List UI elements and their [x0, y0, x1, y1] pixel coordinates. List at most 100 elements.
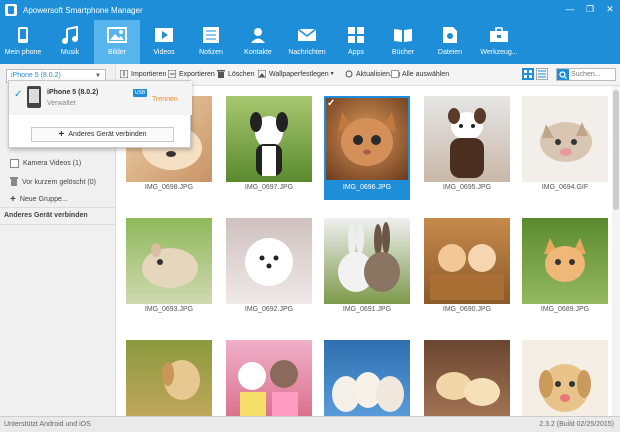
tab-bilder[interactable]: Bilder: [94, 20, 140, 64]
tab-label: Bilder: [108, 49, 126, 56]
sidebar-item-label: Kamera Videos (1): [23, 160, 82, 167]
search-input[interactable]: [569, 69, 615, 80]
photo-filename: IMG_0693.JPG: [144, 306, 194, 313]
photo-thumbnail: [522, 340, 608, 416]
wallpaper-label: Wallpaperfestlegen: [269, 70, 329, 78]
photo-item[interactable]: IMG_0691.JPG: [324, 218, 410, 322]
restore-icon[interactable]: ❐: [584, 3, 596, 15]
notes-icon: [201, 25, 221, 45]
tab-mein-phone[interactable]: Mein phone: [0, 20, 46, 64]
photo-item[interactable]: ✓ IMG_0696.JPG: [324, 96, 410, 200]
tab-label: Notizen: [199, 49, 223, 56]
contacts-icon: [248, 25, 268, 45]
delete-button[interactable]: Löschen: [217, 70, 254, 78]
photo-thumbnail: [424, 340, 510, 416]
photo-item[interactable]: [424, 340, 510, 416]
search-icon[interactable]: [557, 69, 569, 80]
photo-item[interactable]: IMG_0693.JPG: [126, 218, 212, 322]
messages-icon: [297, 25, 317, 45]
select-all-label: Alle auswählen: [402, 70, 450, 78]
tab-notizen[interactable]: Notizen: [188, 20, 234, 64]
tab-label: Musik: [60, 49, 80, 56]
status-left: Unterstützt Android und iOS: [4, 421, 91, 428]
import-button[interactable]: Importieren: [120, 70, 166, 78]
photo-filename: IMG_0691.JPG: [342, 306, 392, 313]
tab-buecher[interactable]: Bücher: [380, 20, 426, 64]
checkbox-icon: [391, 70, 399, 78]
sidebar-connect-other[interactable]: Anderes Gerät verbinden: [4, 212, 88, 219]
tab-label: Videos: [153, 49, 175, 56]
tab-videos[interactable]: Videos: [141, 20, 187, 64]
title-bar: Apowersoft Smartphone Manager — ❐ ✕: [0, 0, 620, 20]
window-controls: — ❐ ✕: [564, 3, 616, 15]
photo-item[interactable]: [226, 340, 312, 416]
photo-item[interactable]: [324, 340, 410, 416]
delete-label: Löschen: [228, 70, 255, 78]
minimize-icon[interactable]: —: [564, 3, 576, 15]
phone-icon: [13, 25, 33, 45]
device-status: Verwaltet: [47, 100, 76, 107]
photo-item[interactable]: [522, 340, 608, 416]
photo-item[interactable]: IMG_0697.JPG: [226, 96, 312, 200]
tab-musik[interactable]: Musik: [47, 20, 93, 64]
tab-nachrichten[interactable]: Nachrichten: [282, 20, 332, 64]
photo-item[interactable]: IMG_0695.JPG: [424, 96, 510, 200]
usb-badge: USB: [133, 89, 148, 97]
device-name: iPhone 5 (8.0.2): [47, 89, 99, 96]
connect-other-label: Anderes Gerät verbinden: [68, 131, 147, 138]
export-label: Exportieren: [179, 70, 215, 78]
photo-filename: IMG_0696.JPG: [342, 184, 392, 191]
device-dropdown-popup: ✓ iPhone 5 (8.0.2) Verwaltet USB Trennen…: [8, 80, 192, 148]
tab-werkzeug[interactable]: Werkzeug...: [474, 20, 524, 64]
device-selector-value: iPhone 5 (8.0.2): [11, 72, 61, 79]
photo-thumbnail: [326, 98, 408, 180]
photo-thumbnail: [226, 96, 312, 182]
export-icon: [168, 70, 176, 78]
folder-icon: [10, 159, 19, 168]
photo-thumbnail: [126, 340, 212, 416]
list-view-button[interactable]: [536, 68, 548, 80]
photo-item[interactable]: IMG_0692.JPG: [226, 218, 312, 322]
tab-kontakte[interactable]: Kontakte: [235, 20, 281, 64]
photo-thumbnail: [424, 96, 510, 182]
photo-filename: IMG_0690.JPG: [442, 306, 492, 313]
grid-icon: [524, 70, 532, 78]
photo-item[interactable]: [126, 340, 212, 416]
photo-grid: IMG_0698.JPG IMG_0697.JPG ✓ IMG_0696.JPG…: [116, 86, 620, 416]
sidebar-item-new-group[interactable]: + Neue Gruppe...: [10, 194, 68, 205]
close-icon[interactable]: ✕: [604, 3, 616, 15]
scrollbar-thumb[interactable]: [613, 90, 619, 210]
version-label: 2.3.2 (Build 02/25/2015): [539, 421, 614, 428]
plus-icon: +: [58, 129, 65, 140]
tab-label: Apps: [348, 49, 364, 56]
iphone-icon: [27, 86, 41, 108]
photo-item[interactable]: IMG_0690.JPG: [424, 218, 510, 322]
sidebar-item-recently-deleted[interactable]: Vor kurzem gelöscht (0): [10, 177, 96, 188]
status-bar: Unterstützt Android und iOS 2.3.2 (Build…: [0, 416, 620, 432]
trash-icon: [217, 70, 225, 78]
divider: [0, 224, 116, 225]
photo-item[interactable]: IMG_0694.GIF: [522, 96, 608, 200]
connect-other-device-button[interactable]: + Anderes Gerät verbinden: [31, 127, 174, 142]
books-icon: [393, 25, 413, 45]
grid-view-button[interactable]: [522, 68, 534, 80]
music-icon: [60, 25, 80, 45]
app-title: Apowersoft Smartphone Manager: [23, 5, 143, 15]
vertical-scrollbar[interactable]: [612, 86, 620, 416]
tab-label: Bücher: [391, 49, 415, 56]
photo-filename: IMG_0695.JPG: [442, 184, 492, 191]
divider: [0, 207, 116, 208]
photo-item[interactable]: IMG_0689.JPG: [522, 218, 608, 322]
wallpaper-icon: [258, 70, 266, 78]
tab-apps[interactable]: Apps: [333, 20, 379, 64]
sidebar-item-kamera-videos[interactable]: Kamera Videos (1): [10, 159, 81, 168]
import-icon: [120, 70, 128, 78]
photo-filename: IMG_0692.JPG: [244, 306, 294, 313]
sidebar-item-label: Neue Gruppe...: [19, 196, 68, 203]
sidebar-item-label: Vor kurzem gelöscht (0): [22, 179, 96, 186]
wallpaper-button[interactable]: Wallpaperfestlegen ▼: [258, 70, 335, 78]
select-all-checkbox[interactable]: Alle auswählen: [391, 70, 449, 78]
export-button[interactable]: Exportieren: [168, 70, 215, 78]
disconnect-link[interactable]: Trennen: [152, 96, 178, 103]
tab-dateien[interactable]: Dateien: [427, 20, 473, 64]
